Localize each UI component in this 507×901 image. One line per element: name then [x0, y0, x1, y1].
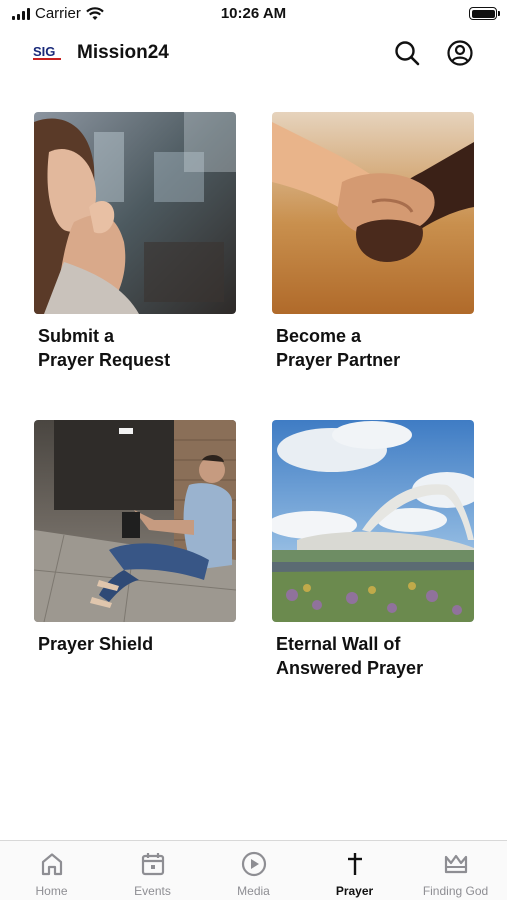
tab-label: Events [134, 884, 171, 898]
home-icon [41, 853, 63, 876]
status-time: 10:26 AM [220, 5, 287, 22]
status-bar: Carrier 10:26 AM [0, 0, 507, 28]
tab-media[interactable]: Media [203, 841, 304, 901]
cross-icon [348, 853, 362, 875]
card-title: Prayer Shield [38, 634, 154, 654]
woman-praying-photo [34, 112, 236, 314]
man-reading-bible-photo [34, 420, 236, 622]
battery-icon [469, 7, 500, 20]
app-title: Mission24 [77, 42, 169, 63]
account-icon [447, 40, 473, 66]
tab-home[interactable]: Home [1, 841, 102, 901]
tab-label: Prayer [335, 884, 374, 898]
eternal-wall-arch-photo [272, 420, 474, 622]
tab-finding-god[interactable]: Finding God [405, 841, 506, 901]
card-prayer-shield[interactable]: Prayer Shield [34, 420, 236, 656]
app-header: SIG Mission24 [0, 34, 507, 72]
search-icon [395, 41, 420, 66]
card-title: Submit a Prayer Request [38, 326, 171, 370]
search-button[interactable] [393, 39, 421, 67]
tab-label: Home [35, 884, 68, 898]
play-circle-icon [241, 851, 267, 877]
tab-label: Media [237, 884, 270, 898]
logo-text: SIG [33, 44, 55, 59]
holding-hands-photo [272, 112, 474, 314]
card-become-prayer-partner[interactable]: Become a Prayer Partner [272, 112, 474, 372]
calendar-icon [141, 853, 165, 876]
card-title: Eternal Wall of Answered Prayer [276, 634, 424, 678]
tab-label: Finding God [422, 884, 489, 898]
tab-bar: Home Events Media Prayer Finding God [0, 840, 507, 900]
tab-prayer[interactable]: Prayer [304, 841, 405, 901]
app-logo: SIG [33, 42, 61, 62]
crown-icon [444, 854, 468, 874]
card-title: Become a Prayer Partner [276, 326, 401, 370]
account-button[interactable] [446, 39, 474, 67]
tab-events[interactable]: Events [102, 841, 203, 901]
card-eternal-wall[interactable]: Eternal Wall of Answered Prayer [272, 420, 474, 680]
card-submit-prayer-request[interactable]: Submit a Prayer Request [34, 112, 236, 372]
